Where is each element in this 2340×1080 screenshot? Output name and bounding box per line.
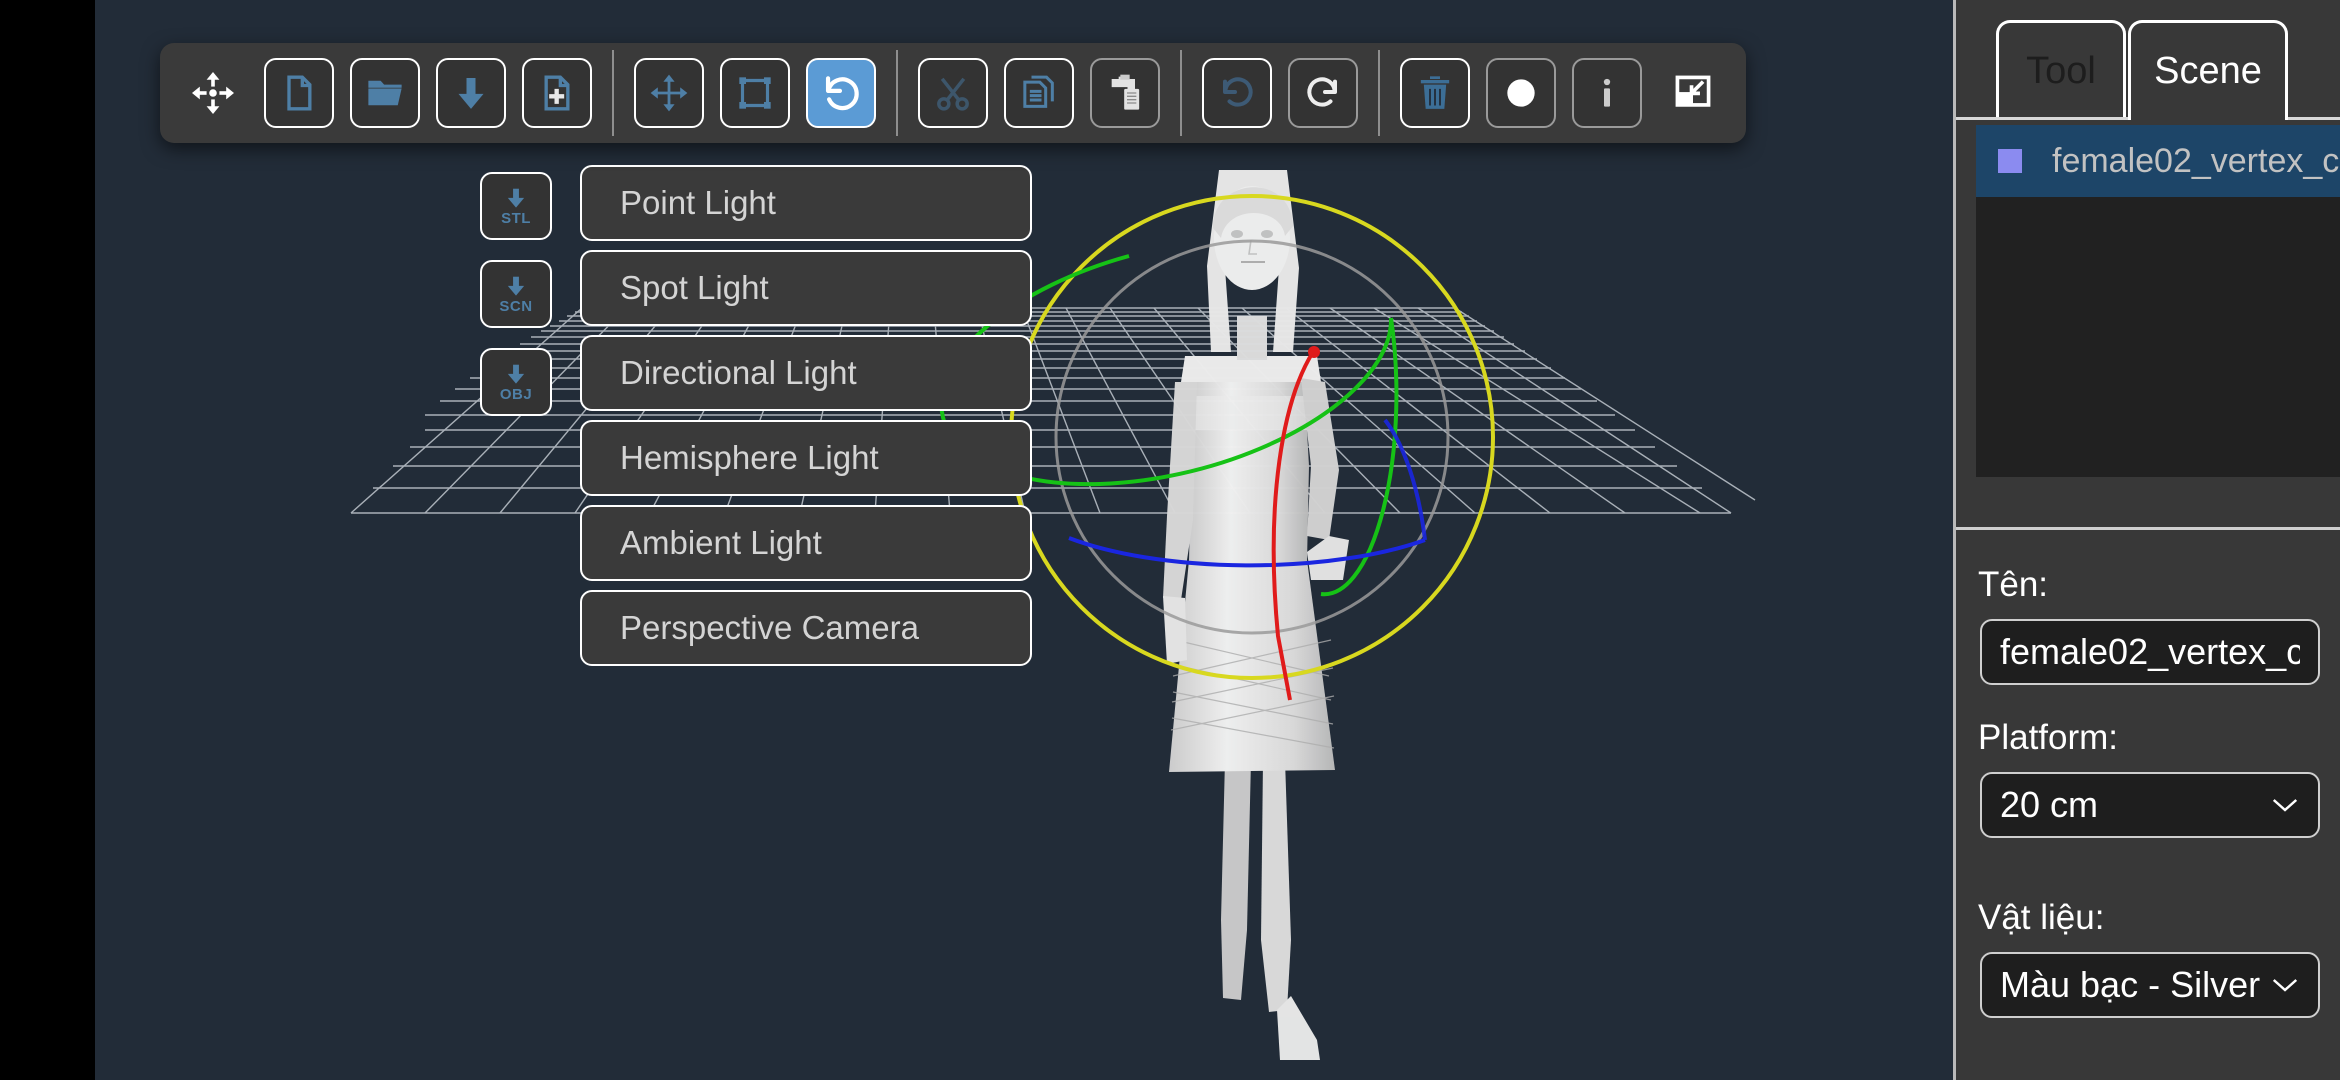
app-root: STL SCN OBJ Point Light Spot Light Direc… [0,0,2340,1080]
tab-scene[interactable]: Scene [2128,20,2288,120]
info-button[interactable] [1572,58,1642,128]
toolbar-separator [1180,50,1182,136]
material-select[interactable]: Màu bạc - Silver [1980,952,2320,1018]
menu-item-point-light[interactable]: Point Light [580,165,1032,241]
menu-item-directional-light[interactable]: Directional Light [580,335,1032,411]
object-color-swatch-icon [1998,149,2022,173]
menu-item-spot-light[interactable]: Spot Light [580,250,1032,326]
platform-field-group: Platform: 20 cm [1956,718,2340,838]
name-input-value: female02_vertex_c [2000,631,2300,672]
cut-button[interactable] [918,58,988,128]
scale-tool-button[interactable] [720,58,790,128]
panel-divider [1956,527,2340,530]
add-object-menu: Point Light Spot Light Directional Light… [580,165,1032,675]
material-select-value: Màu bạc - Silver [2000,964,2260,1005]
panel-tabs: Tool Scene [1956,0,2340,120]
toolbar-separator [612,50,614,136]
chevron-down-icon [2272,799,2298,812]
right-panel: Tool Scene female02_vertex_c Tên: female… [1953,0,2340,1080]
export-stl-label: STL [501,209,531,227]
platform-select[interactable]: 20 cm [1980,772,2320,838]
main-toolbar [160,43,1746,143]
export-stl-button[interactable]: STL [480,172,552,240]
restore-window-button[interactable] [1658,58,1728,128]
record-button[interactable] [1486,58,1556,128]
material-field-label: Vật liệu: [1978,898,2105,937]
export-scn-label: SCN [499,297,533,315]
scene-item-label: female02_vertex_c [2052,141,2340,180]
chevron-down-icon [2272,979,2298,992]
tab-tool[interactable]: Tool [1996,20,2126,120]
name-field-label: Tên: [1978,565,2049,604]
paste-button[interactable] [1090,58,1160,128]
redo-button[interactable] [1288,58,1358,128]
add-file-button[interactable] [522,58,592,128]
menu-item-perspective-camera[interactable]: Perspective Camera [580,590,1032,666]
name-field-group: Tên: female02_vertex_c [1956,565,2340,685]
delete-button[interactable] [1400,58,1470,128]
female-model [1163,170,1349,1060]
toolbar-separator [896,50,898,136]
toolbar-separator [1378,50,1380,136]
rotate-tool-button[interactable] [806,58,876,128]
translate-tool-button[interactable] [634,58,704,128]
open-folder-button[interactable] [350,58,420,128]
export-obj-button[interactable]: OBJ [480,348,552,416]
import-download-button[interactable] [436,58,506,128]
menu-item-hemisphere-light[interactable]: Hemisphere Light [580,420,1032,496]
platform-select-value: 20 cm [2000,784,2099,825]
export-obj-label: OBJ [499,385,533,403]
scene-item-female02[interactable]: female02_vertex_c [1976,125,2340,197]
material-field-group: Vật liệu: Màu bạc - Silver [1956,898,2340,1018]
export-scn-button[interactable]: SCN [480,260,552,328]
copy-button[interactable] [1004,58,1074,128]
platform-field-label: Platform: [1978,718,2119,757]
new-file-button[interactable] [264,58,334,128]
undo-button[interactable] [1202,58,1272,128]
name-input[interactable]: female02_vertex_c [1980,619,2320,685]
scene-object-list[interactable]: female02_vertex_c [1976,125,2340,477]
left-letterbox [0,0,95,1080]
export-buttons: STL SCN OBJ [480,172,552,436]
pan-move-icon[interactable] [178,58,248,128]
menu-item-ambient-light[interactable]: Ambient Light [580,505,1032,581]
